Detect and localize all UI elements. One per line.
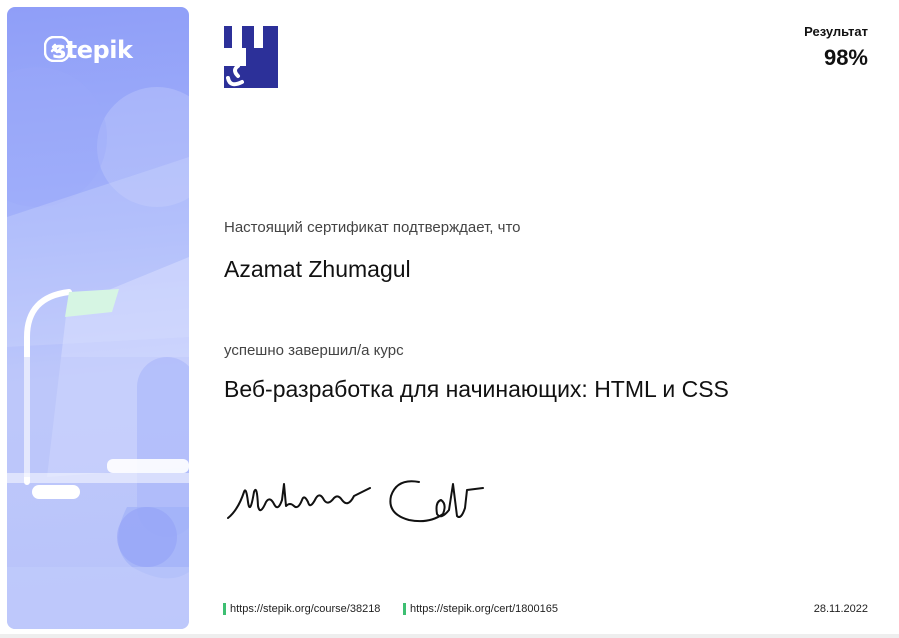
course-title: Веб-разработка для начинающих: HTML и CS… <box>224 376 729 402</box>
result-block: Результат 98% <box>804 24 868 71</box>
course-logo <box>224 26 278 88</box>
decorative-side-panel: stepik <box>7 7 189 629</box>
page-divider <box>0 634 899 638</box>
cert-url-link[interactable]: https://stepik.org/cert/1800165 <box>403 603 558 615</box>
cert-url-text[interactable]: https://stepik.org/cert/1800165 <box>410 603 558 615</box>
result-label: Результат <box>804 24 868 39</box>
result-value: 98% <box>823 45 868 70</box>
issue-date: 28.11.2022 <box>813 603 868 615</box>
course-url-text[interactable]: https://stepik.org/course/38218 <box>230 603 380 615</box>
completed-text: успешно завершил/а курс <box>224 342 404 359</box>
signature-1 <box>224 472 374 529</box>
signature-2 <box>383 474 493 535</box>
panel-illustration <box>7 67 189 629</box>
confirm-text: Настоящий сертификат подтверждает, что <box>224 219 521 236</box>
stepik-brand: stepik <box>44 36 133 64</box>
link-accent-bar <box>403 603 406 615</box>
course-url-link[interactable]: https://stepik.org/course/38218 <box>223 603 380 615</box>
recipient-name: Azamat Zhumagul <box>224 256 411 282</box>
link-accent-bar <box>223 603 226 615</box>
